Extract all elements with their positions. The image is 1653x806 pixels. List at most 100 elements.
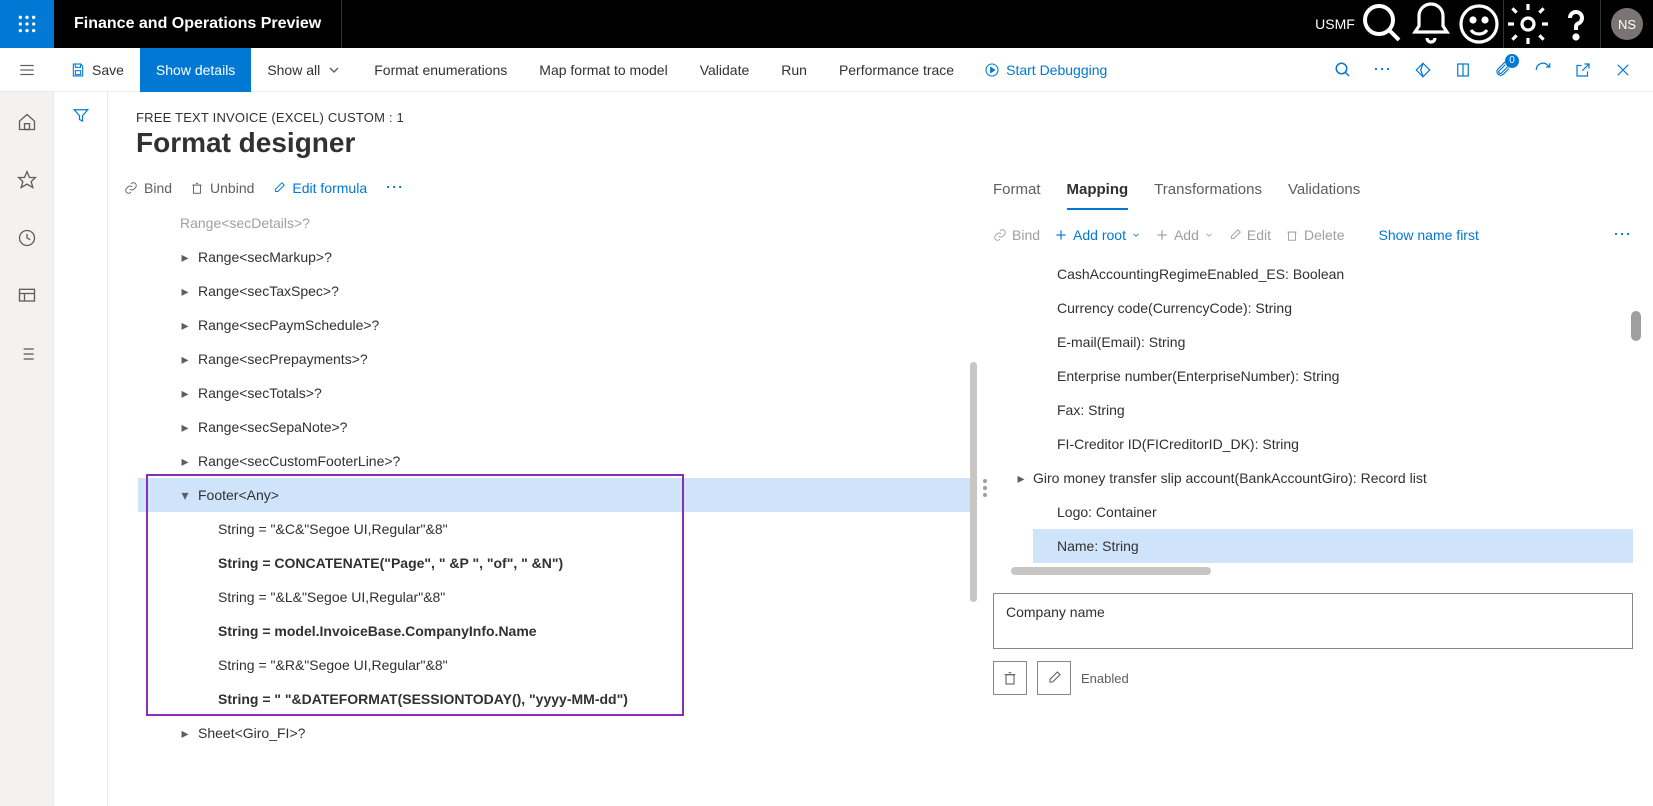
map-row[interactable]: CashAccountingRegimeEnabled_ES: Boolean bbox=[1033, 257, 1633, 291]
popout-icon[interactable] bbox=[1565, 48, 1601, 92]
tree-node[interactable]: String = "&R&"Segoe UI,Regular"&8" bbox=[138, 648, 977, 682]
map-row[interactable]: Currency code(CurrencyCode): String bbox=[1033, 291, 1633, 325]
save-label: Save bbox=[92, 62, 124, 78]
gear-icon[interactable] bbox=[1504, 0, 1552, 48]
delete-icon-button[interactable] bbox=[993, 661, 1027, 695]
tree-node[interactable]: String = " "&DATEFORMAT(SESSIONTODAY(), … bbox=[138, 682, 977, 716]
tree-label: String = "&R&"Segoe UI,Regular"&8" bbox=[216, 657, 448, 673]
tree-node[interactable]: ▸Range<secPaymSchedule>? bbox=[138, 308, 977, 342]
run-button[interactable]: Run bbox=[765, 48, 823, 92]
splitter[interactable] bbox=[977, 169, 993, 806]
chevron-right-icon[interactable]: ▸ bbox=[178, 385, 192, 402]
search-icon[interactable] bbox=[1359, 0, 1407, 48]
chevron-right-icon[interactable]: ▸ bbox=[178, 351, 192, 368]
start-debugging-button[interactable]: Start Debugging bbox=[970, 48, 1121, 92]
company-label[interactable]: USMF bbox=[1311, 0, 1359, 48]
tree-node[interactable]: ▸Range<secCustomFooterLine>? bbox=[138, 444, 977, 478]
bind-button[interactable]: Bind bbox=[124, 180, 172, 196]
performance-trace-button[interactable]: Performance trace bbox=[823, 48, 970, 92]
close-icon[interactable] bbox=[1605, 48, 1641, 92]
app-launcher-button[interactable] bbox=[0, 0, 54, 48]
map-format-button[interactable]: Map format to model bbox=[523, 48, 683, 92]
chevron-right-icon[interactable]: ▸ bbox=[178, 283, 192, 300]
map-bind-button[interactable]: Bind bbox=[993, 227, 1040, 243]
tree-node[interactable]: String = CONCATENATE("Page", " &P ", "of… bbox=[138, 546, 977, 580]
show-name-first-button[interactable]: Show name first bbox=[1378, 227, 1478, 243]
tab-transformations[interactable]: Transformations bbox=[1154, 173, 1262, 210]
tab-format[interactable]: Format bbox=[993, 173, 1041, 210]
tree-node[interactable]: ▸Range<secTotals>? bbox=[138, 376, 977, 410]
tree-node[interactable]: ▸Range<secSepaNote>? bbox=[138, 410, 977, 444]
chevron-right-icon[interactable]: ▸ bbox=[178, 453, 192, 470]
scrollbar[interactable] bbox=[970, 362, 977, 602]
edit-icon-button[interactable] bbox=[1037, 661, 1071, 695]
tab-validations[interactable]: Validations bbox=[1288, 173, 1360, 210]
map-edit-button[interactable]: Edit bbox=[1228, 227, 1271, 243]
map-row[interactable]: Enterprise number(EnterpriseNumber): Str… bbox=[1033, 359, 1633, 393]
workspace-icon[interactable] bbox=[7, 276, 47, 316]
chevron-down-icon[interactable]: ▾ bbox=[178, 487, 192, 504]
unbind-button[interactable]: Unbind bbox=[190, 180, 254, 196]
refresh-icon[interactable] bbox=[1525, 48, 1561, 92]
tree-more-icon[interactable]: ⋯ bbox=[385, 177, 405, 198]
home-icon[interactable] bbox=[7, 102, 47, 142]
tree-node[interactable]: ▸Sheet<Giro_FI>? bbox=[138, 716, 977, 750]
tab-mapping[interactable]: Mapping bbox=[1067, 173, 1129, 210]
tree-node[interactable]: ▸Range<secMarkup>? bbox=[138, 240, 977, 274]
avatar[interactable]: NS bbox=[1611, 8, 1643, 40]
map-bind-label: Bind bbox=[1012, 227, 1040, 243]
tree-label: String = " "&DATEFORMAT(SESSIONTODAY(), … bbox=[216, 691, 628, 707]
map-label: Currency code(CurrencyCode): String bbox=[1057, 300, 1292, 316]
chevron-right-icon[interactable]: ▸ bbox=[178, 317, 192, 334]
add-root-button[interactable]: Add root bbox=[1054, 227, 1141, 243]
edit-formula-button[interactable]: Edit formula bbox=[272, 180, 367, 196]
tree-node[interactable]: String = "&C&"Segoe UI,Regular"&8" bbox=[138, 512, 977, 546]
office-icon[interactable] bbox=[1445, 48, 1481, 92]
more-commands-icon[interactable]: ⋯ bbox=[1365, 48, 1401, 92]
help-icon[interactable] bbox=[1552, 0, 1600, 48]
show-details-button[interactable]: Show details bbox=[140, 48, 251, 92]
attachment-icon[interactable]: 0 bbox=[1485, 48, 1521, 92]
star-icon[interactable] bbox=[7, 160, 47, 200]
tree-node-footer[interactable]: ▾Footer<Any> bbox=[138, 478, 977, 512]
modules-icon[interactable] bbox=[7, 334, 47, 374]
filter-icon[interactable] bbox=[72, 106, 90, 806]
chevron-right-icon[interactable]: ▸ bbox=[1009, 470, 1033, 487]
map-row[interactable]: Fax: String bbox=[1033, 393, 1633, 427]
map-row-selected[interactable]: Name: String bbox=[1033, 529, 1633, 563]
tree-label: Footer<Any> bbox=[196, 487, 279, 503]
validate-button[interactable]: Validate bbox=[684, 48, 766, 92]
chevron-right-icon[interactable]: ▸ bbox=[178, 249, 192, 266]
map-label: E-mail(Email): String bbox=[1057, 334, 1185, 350]
bell-icon[interactable] bbox=[1407, 0, 1455, 48]
chevron-right-icon[interactable]: ▸ bbox=[178, 419, 192, 436]
tree-label: Range<secMarkup>? bbox=[196, 249, 332, 265]
map-row[interactable]: ▸Giro money transfer slip account(BankAc… bbox=[1033, 461, 1633, 495]
format-enum-label: Format enumerations bbox=[374, 62, 507, 78]
chevron-right-icon[interactable]: ▸ bbox=[178, 725, 192, 742]
save-button[interactable]: Save bbox=[54, 48, 140, 92]
map-row[interactable]: Logo: Container bbox=[1033, 495, 1633, 529]
hamburger-button[interactable] bbox=[0, 48, 54, 92]
search-command-icon[interactable] bbox=[1325, 48, 1361, 92]
scrollbar[interactable] bbox=[1011, 567, 1211, 575]
tree-node[interactable]: String = model.InvoiceBase.CompanyInfo.N… bbox=[138, 614, 977, 648]
map-row[interactable]: FI-Creditor ID(FICreditorID_DK): String bbox=[1033, 427, 1633, 461]
diamond-icon[interactable] bbox=[1405, 48, 1441, 92]
map-more-icon[interactable]: ⋯ bbox=[1613, 224, 1633, 245]
show-details-label: Show details bbox=[156, 62, 235, 78]
clock-icon[interactable] bbox=[7, 218, 47, 258]
tree-node[interactable]: ▸Range<secPrepayments>? bbox=[138, 342, 977, 376]
company-name-field[interactable]: Company name bbox=[993, 593, 1633, 649]
format-enumerations-button[interactable]: Format enumerations bbox=[358, 48, 523, 92]
map-add-button[interactable]: Add bbox=[1155, 227, 1214, 243]
map-delete-button[interactable]: Delete bbox=[1285, 227, 1344, 243]
show-all-button[interactable]: Show all bbox=[251, 48, 358, 92]
map-row[interactable]: E-mail(Email): String bbox=[1033, 325, 1633, 359]
smiley-icon[interactable] bbox=[1455, 0, 1503, 48]
tree-node[interactable]: Range<secDetails>? bbox=[138, 206, 977, 240]
tree-node[interactable]: ▸Range<secTaxSpec>? bbox=[138, 274, 977, 308]
show-name-first-label: Show name first bbox=[1378, 227, 1478, 243]
tree-node[interactable]: String = "&L&"Segoe UI,Regular"&8" bbox=[138, 580, 977, 614]
scrollbar[interactable] bbox=[1631, 311, 1641, 341]
